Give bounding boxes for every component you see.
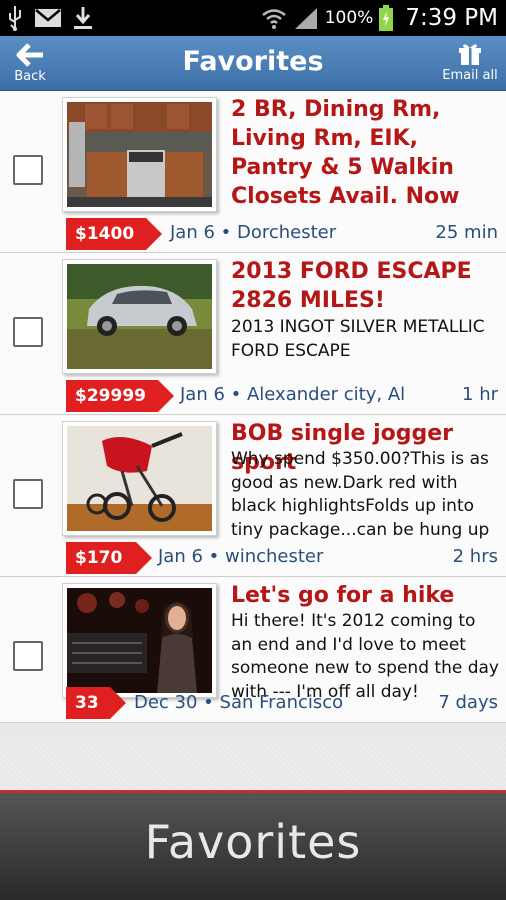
app-header: Back Favorites Email all — [0, 36, 506, 91]
email-all-label: Email all — [442, 68, 498, 83]
listing-title[interactable]: 2013 FORD ESCAPE 2826 MILES! — [231, 257, 499, 315]
gift-icon — [442, 42, 498, 66]
stroller-photo — [67, 426, 212, 531]
list-background — [0, 737, 506, 790]
battery-charging-icon — [379, 5, 394, 31]
price-tag: $29999 — [66, 380, 174, 412]
listing-age: 1 hr — [462, 384, 498, 405]
price-tag: $1400 — [66, 218, 162, 250]
listing-age: 25 min — [435, 222, 498, 243]
list-item[interactable]: Let's go for a hike Hi there! It's 2012 … — [0, 577, 506, 723]
bottom-title: Favorites — [144, 815, 362, 869]
listing-thumbnail[interactable] — [62, 97, 217, 212]
listing-title[interactable]: 2 BR, Dining Rm, Living Rm, EIK, Pantry … — [231, 95, 499, 211]
gmail-icon — [34, 7, 62, 29]
clock: 7:39 PM — [405, 5, 498, 31]
kitchen-photo — [67, 102, 212, 207]
status-bar: 100% 7:39 PM — [0, 0, 506, 36]
listing-age: 2 hrs — [452, 546, 498, 567]
price-tag: 33 — [66, 687, 126, 719]
select-checkbox[interactable] — [13, 155, 43, 185]
select-checkbox[interactable] — [13, 479, 43, 509]
person-photo — [67, 588, 212, 693]
usb-icon — [6, 5, 24, 31]
list-item[interactable]: 2013 FORD ESCAPE 2826 MILES! 2013 INGOT … — [0, 253, 506, 415]
battery-percent: 100% — [324, 8, 374, 28]
listing-meta: Jan 6 • Alexander city, Al — [180, 384, 406, 405]
email-all-button[interactable]: Email all — [442, 42, 498, 88]
bottom-banner: Favorites — [0, 790, 506, 900]
listing-thumbnail[interactable] — [62, 421, 217, 536]
list-item[interactable]: 2 BR, Dining Rm, Living Rm, EIK, Pantry … — [0, 91, 506, 253]
listing-meta: Dec 30 • San Francisco — [134, 692, 344, 713]
listing-description: Why spend $350.00?This is as good as new… — [231, 449, 490, 540]
listing-age: 7 days — [438, 692, 498, 713]
favorites-list: 2 BR, Dining Rm, Living Rm, EIK, Pantry … — [0, 91, 506, 723]
listing-description: 2013 INGOT SILVER METALLIC FORD ESCAPE — [231, 317, 485, 361]
listing-meta: Jan 6 • Dorchester — [170, 222, 337, 243]
car-photo — [67, 264, 212, 369]
list-item[interactable]: BOB single jogger sport Why spend $350.0… — [0, 415, 506, 577]
download-icon — [72, 5, 94, 31]
listing-meta: Jan 6 • winchester — [158, 546, 324, 567]
listing-thumbnail[interactable] — [62, 583, 217, 698]
price-tag: $170 — [66, 542, 152, 574]
listing-thumbnail[interactable] — [62, 259, 217, 374]
signal-icon — [293, 6, 319, 30]
listing-title[interactable]: Let's go for a hike — [231, 581, 499, 610]
wifi-icon — [261, 6, 287, 30]
page-title: Favorites — [182, 46, 324, 77]
select-checkbox[interactable] — [13, 641, 43, 671]
listing-description: Hi there! It's 2012 coming to an end and… — [231, 611, 499, 702]
select-checkbox[interactable] — [13, 317, 43, 347]
